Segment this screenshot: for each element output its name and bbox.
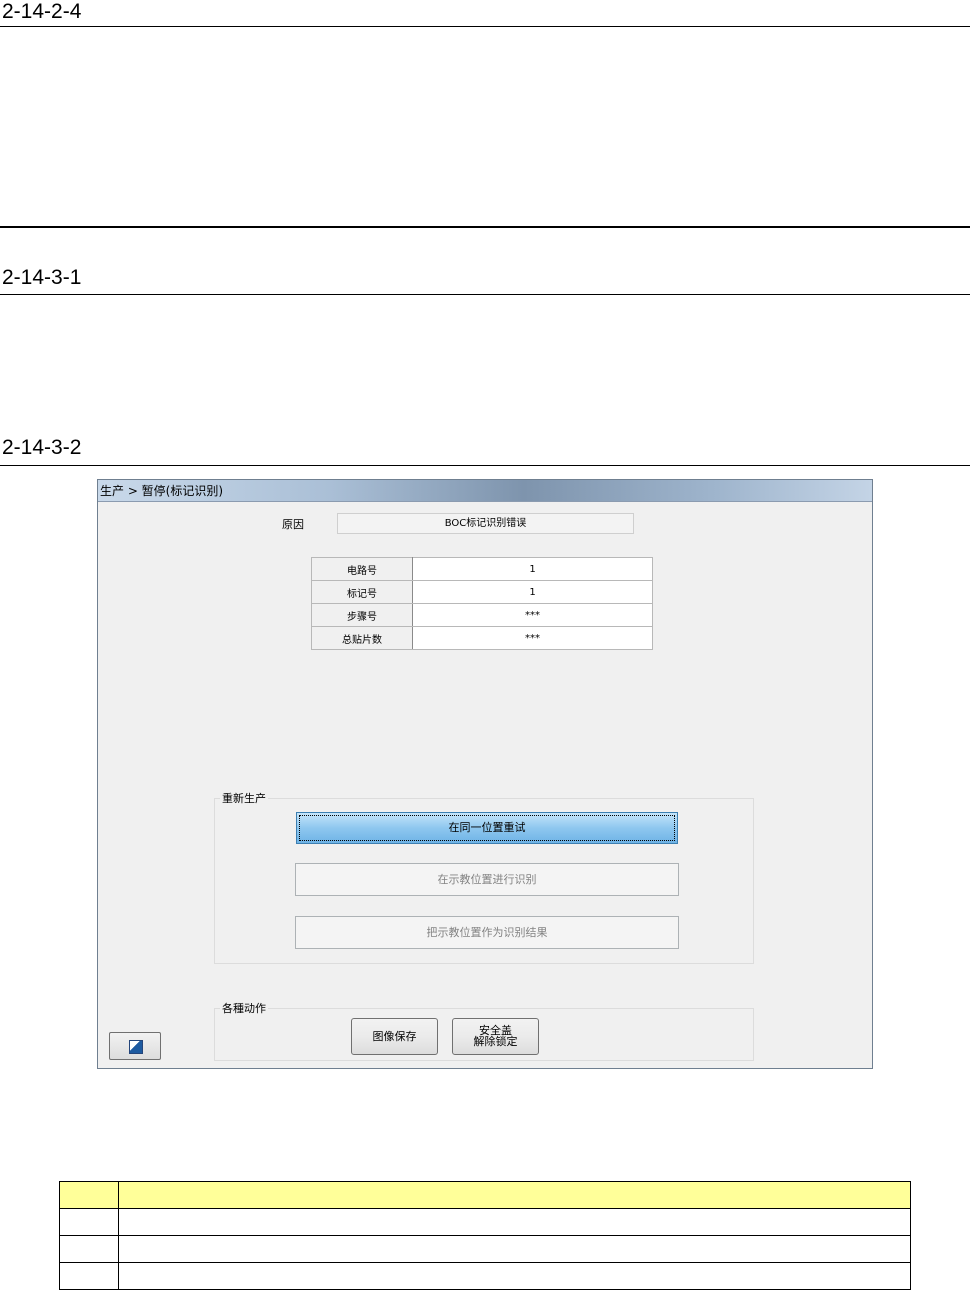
pause-mark-recognition-window: 生产 > 暂停(标记识别) 原因 BOC标记识别错误 电路号 1 标记号 1 步… [97, 479, 873, 1069]
table-cell [59, 1181, 119, 1209]
restart-group-label: 重新生产 [220, 790, 268, 806]
table-row: 总贴片数 *** [311, 626, 653, 650]
info-table: 电路号 1 标记号 1 步骤号 *** 总贴片数 *** [311, 557, 653, 650]
safety-cover-unlock-button[interactable]: 安全盖 解除锁定 [452, 1018, 539, 1055]
section-heading-2-14-2-4: 2-14-2-4 [2, 0, 82, 23]
table-cell [118, 1181, 911, 1209]
table-cell [59, 1235, 119, 1263]
teach-position-as-result-button[interactable]: 把示教位置作为识别结果 [295, 916, 679, 949]
table-cell [118, 1208, 911, 1236]
window-icon [129, 1040, 143, 1054]
window-titlebar: 生产 > 暂停(标记识别) [98, 480, 872, 502]
circuit-no-value: 1 [412, 557, 653, 581]
actions-group-label: 各種动作 [220, 1000, 268, 1016]
section-divider [0, 226, 970, 228]
section-heading-2-14-3-2: 2-14-3-2 [2, 436, 82, 459]
save-image-button[interactable]: 图像保存 [351, 1018, 438, 1055]
recognize-at-teach-position-button[interactable]: 在示教位置进行识别 [295, 863, 679, 896]
window-client-area: 原因 BOC标记识别错误 电路号 1 标记号 1 步骤号 *** 总贴片数 **… [99, 502, 871, 1067]
table-header-row [59, 1181, 911, 1209]
window-menu-button[interactable] [109, 1032, 161, 1060]
total-placement-label: 总贴片数 [311, 626, 413, 650]
table-row [59, 1262, 911, 1290]
step-no-value: *** [412, 603, 653, 627]
mark-no-value: 1 [412, 580, 653, 604]
heading-rule [0, 465, 970, 466]
table-row: 步骤号 *** [311, 603, 653, 627]
step-no-label: 步骤号 [311, 603, 413, 627]
reason-label: 原因 [282, 518, 304, 531]
window-title: 生产 > 暂停(标记识别) [100, 484, 224, 498]
table-cell [59, 1208, 119, 1236]
table-row [59, 1208, 911, 1236]
section-heading-2-14-3-1: 2-14-3-1 [2, 266, 82, 289]
heading-rule [0, 26, 970, 27]
heading-rule [0, 294, 970, 295]
table-row: 电路号 1 [311, 557, 653, 581]
table-row [59, 1235, 911, 1263]
mark-no-label: 标记号 [311, 580, 413, 604]
reason-value-field: BOC标记识别错误 [337, 513, 634, 534]
table-cell [118, 1262, 911, 1290]
total-placement-value: *** [412, 626, 653, 650]
explanation-table [59, 1181, 911, 1290]
circuit-no-label: 电路号 [311, 557, 413, 581]
table-row: 标记号 1 [311, 580, 653, 604]
table-cell [59, 1262, 119, 1290]
table-cell [118, 1235, 911, 1263]
retry-same-position-button[interactable]: 在同一位置重试 [296, 812, 678, 844]
